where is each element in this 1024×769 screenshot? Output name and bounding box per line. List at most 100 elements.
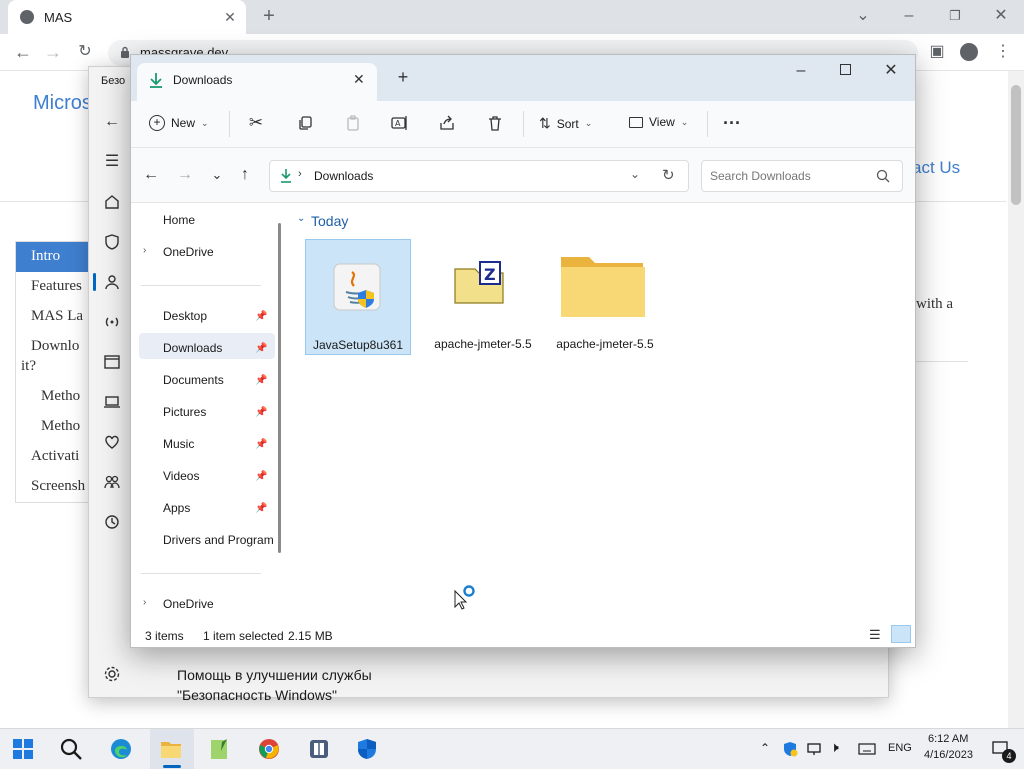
reload-icon[interactable]: ↻ bbox=[74, 42, 96, 62]
clock-date[interactable]: 4/16/2023 bbox=[924, 749, 973, 761]
toc-item[interactable]: Features bbox=[31, 278, 82, 295]
toc-item[interactable]: MAS La bbox=[31, 308, 83, 325]
refresh-icon[interactable]: ↻ bbox=[662, 166, 675, 184]
side-panel-icon[interactable]: ▣ bbox=[926, 42, 948, 62]
file-item-java[interactable]: JavaSetup8u361 bbox=[305, 239, 411, 355]
details-view-icon[interactable]: ☰ bbox=[869, 627, 881, 643]
up-icon[interactable]: ↑ bbox=[235, 165, 255, 185]
pin-icon: 📌 bbox=[255, 343, 268, 354]
new-tab-button[interactable]: + bbox=[258, 6, 280, 26]
sort-button[interactable]: ⇅ Sort ⌄ bbox=[539, 115, 592, 132]
security-tray-icon[interactable] bbox=[782, 741, 798, 757]
device-security-icon[interactable] bbox=[103, 393, 121, 411]
expand-chevron-icon[interactable]: › bbox=[143, 597, 146, 608]
search-icon[interactable] bbox=[60, 738, 82, 760]
edge-icon[interactable] bbox=[110, 738, 132, 760]
new-tab-button[interactable]: + bbox=[393, 67, 413, 87]
minimize-button[interactable]: – bbox=[791, 61, 811, 81]
file-item-jmeter-folder[interactable]: apache-jmeter-5.5 bbox=[553, 239, 657, 353]
nav-item-drivers[interactable]: Drivers and Programs bbox=[163, 533, 273, 547]
app-browser-icon[interactable] bbox=[103, 353, 121, 371]
view-button[interactable]: View ⌄ bbox=[629, 115, 688, 129]
forward-icon[interactable]: → bbox=[175, 165, 195, 185]
nav-item-home[interactable]: Home bbox=[163, 213, 273, 227]
settings-gear-icon[interactable] bbox=[103, 665, 121, 683]
home-icon[interactable] bbox=[103, 193, 121, 211]
maximize-button[interactable] bbox=[840, 64, 851, 75]
delete-icon[interactable] bbox=[487, 115, 503, 131]
nav-item-onedrive-2[interactable]: OneDrive bbox=[163, 597, 273, 611]
site-title[interactable]: Micros bbox=[33, 92, 92, 115]
more-options-icon[interactable]: ··· bbox=[721, 113, 743, 133]
chrome-icon[interactable] bbox=[258, 738, 280, 760]
shield-icon[interactable] bbox=[103, 233, 121, 251]
more-menu-icon[interactable]: ⋮ bbox=[992, 42, 1014, 62]
nav-item-onedrive[interactable]: OneDrive bbox=[163, 245, 273, 259]
history-icon[interactable] bbox=[103, 513, 121, 531]
sort-icon: ⇅ bbox=[539, 115, 551, 131]
toc-item[interactable]: Metho bbox=[41, 418, 80, 435]
back-icon[interactable]: ← bbox=[12, 42, 34, 62]
nav-scrollbar[interactable] bbox=[278, 223, 281, 553]
close-tab-icon[interactable]: ✕ bbox=[353, 71, 365, 88]
recent-locations-icon[interactable]: ⌄ bbox=[207, 165, 227, 185]
browser-tab[interactable]: MAS ✕ bbox=[8, 0, 246, 34]
toc-item[interactable]: Screensh bbox=[31, 478, 85, 495]
minimize-button[interactable]: – bbox=[898, 6, 920, 26]
health-icon[interactable] bbox=[103, 433, 121, 451]
volume-icon[interactable]: 🕨 bbox=[830, 739, 839, 756]
scrollbar-thumb[interactable] bbox=[1011, 85, 1021, 205]
toc-item[interactable]: Metho bbox=[41, 388, 80, 405]
toc-item[interactable]: Downlo bbox=[31, 338, 79, 355]
chevron-down-icon[interactable]: ⌄ bbox=[630, 167, 640, 181]
start-icon[interactable] bbox=[12, 738, 34, 760]
paste-icon[interactable] bbox=[345, 115, 361, 131]
tab-search-icon[interactable]: ⌄ bbox=[852, 6, 874, 26]
rename-icon[interactable]: A bbox=[391, 115, 409, 131]
collapse-group-icon[interactable]: ⌄ bbox=[297, 213, 305, 224]
profile-avatar[interactable] bbox=[960, 43, 978, 61]
separator bbox=[229, 111, 230, 137]
file-explorer-icon[interactable] bbox=[160, 738, 182, 760]
page-scrollbar[interactable] bbox=[1008, 71, 1024, 728]
family-icon[interactable] bbox=[103, 473, 121, 491]
show-hidden-icons-icon[interactable]: ⌃ bbox=[760, 741, 770, 755]
forward-icon[interactable]: → bbox=[42, 42, 64, 62]
close-tab-icon[interactable]: ✕ bbox=[220, 9, 240, 26]
view-icon bbox=[629, 116, 643, 128]
account-icon[interactable] bbox=[103, 273, 121, 291]
hamburger-icon[interactable]: ☰ bbox=[101, 152, 123, 172]
explorer-tab[interactable]: Downloads ✕ bbox=[137, 63, 377, 101]
toc-item[interactable]: it? bbox=[21, 358, 36, 375]
search-input[interactable]: Search Downloads bbox=[701, 160, 903, 192]
copy-icon[interactable] bbox=[297, 115, 313, 131]
input-language[interactable]: ENG bbox=[888, 742, 912, 754]
toc-item[interactable]: Intro bbox=[31, 248, 60, 265]
help-text-line2[interactable]: "Безопасность Windows" bbox=[177, 687, 372, 703]
close-button[interactable]: ✕ bbox=[990, 6, 1012, 26]
separator bbox=[523, 111, 524, 137]
back-icon[interactable]: ← bbox=[141, 165, 161, 185]
contact-link[interactable]: act Us bbox=[912, 158, 960, 178]
cut-icon[interactable]: ✂ bbox=[245, 113, 267, 133]
clock-time[interactable]: 6:12 AM bbox=[928, 733, 968, 745]
network-icon[interactable] bbox=[103, 313, 121, 331]
reader-icon[interactable] bbox=[308, 738, 330, 760]
new-button[interactable]: + New ⌄ bbox=[149, 115, 209, 131]
network-tray-icon[interactable] bbox=[806, 741, 822, 757]
large-icons-view-icon[interactable] bbox=[891, 625, 911, 643]
toc-item[interactable]: Activati bbox=[31, 448, 79, 465]
notepad-icon[interactable] bbox=[208, 738, 230, 760]
nav-label: Downloads bbox=[163, 341, 223, 355]
windows-security-icon[interactable] bbox=[356, 738, 378, 760]
address-box[interactable]: › Downloads ⌄ ↻ bbox=[269, 160, 689, 192]
group-header[interactable]: Today bbox=[311, 213, 348, 229]
breadcrumb-downloads[interactable]: Downloads bbox=[314, 169, 373, 183]
expand-chevron-icon[interactable]: › bbox=[143, 245, 146, 256]
share-icon[interactable] bbox=[439, 115, 455, 131]
file-item-jmeter-zip[interactable]: Z apache-jmeter-5.5 bbox=[431, 239, 535, 353]
keyboard-icon[interactable] bbox=[858, 741, 876, 757]
restore-button[interactable]: ❐ bbox=[944, 6, 966, 26]
close-button[interactable]: ✕ bbox=[881, 61, 901, 81]
back-icon[interactable]: ← bbox=[101, 112, 123, 132]
